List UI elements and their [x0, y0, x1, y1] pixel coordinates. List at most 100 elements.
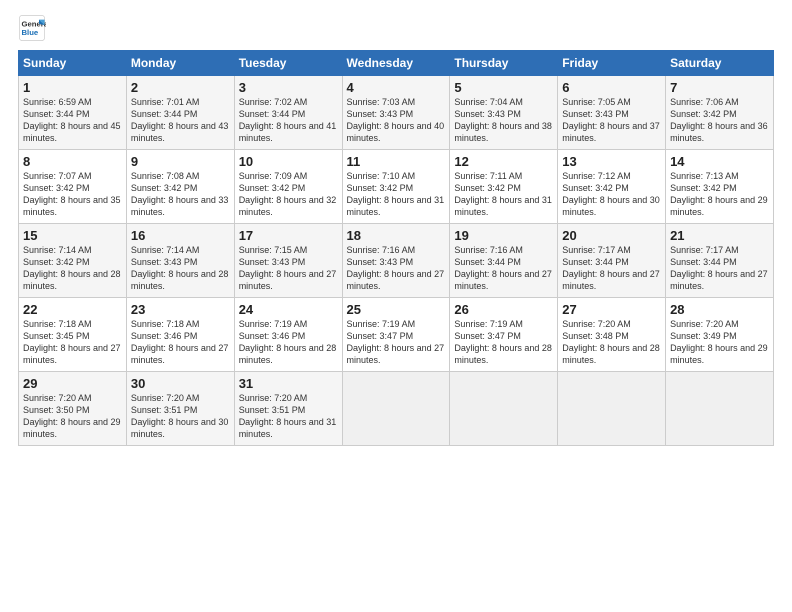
cell-info: Sunrise: 7:20 AMSunset: 3:50 PMDaylight:…: [23, 392, 122, 441]
weekday-header: Monday: [126, 51, 234, 76]
weekday-header: Thursday: [450, 51, 558, 76]
calendar-cell: 5Sunrise: 7:04 AMSunset: 3:43 PMDaylight…: [450, 76, 558, 150]
weekday-header: Sunday: [19, 51, 127, 76]
cell-info: Sunrise: 7:16 AMSunset: 3:44 PMDaylight:…: [454, 244, 553, 293]
cell-info: Sunrise: 7:20 AMSunset: 3:49 PMDaylight:…: [670, 318, 769, 367]
cell-info: Sunrise: 7:14 AMSunset: 3:43 PMDaylight:…: [131, 244, 230, 293]
calendar-cell: 22Sunrise: 7:18 AMSunset: 3:45 PMDayligh…: [19, 298, 127, 372]
day-number: 5: [454, 80, 553, 95]
calendar-cell: 13Sunrise: 7:12 AMSunset: 3:42 PMDayligh…: [558, 150, 666, 224]
cell-info: Sunrise: 7:17 AMSunset: 3:44 PMDaylight:…: [562, 244, 661, 293]
day-number: 13: [562, 154, 661, 169]
cell-info: Sunrise: 7:19 AMSunset: 3:46 PMDaylight:…: [239, 318, 338, 367]
calendar-cell: 6Sunrise: 7:05 AMSunset: 3:43 PMDaylight…: [558, 76, 666, 150]
weekday-header: Friday: [558, 51, 666, 76]
cell-info: Sunrise: 7:06 AMSunset: 3:42 PMDaylight:…: [670, 96, 769, 145]
calendar-cell: 15Sunrise: 7:14 AMSunset: 3:42 PMDayligh…: [19, 224, 127, 298]
cell-info: Sunrise: 7:04 AMSunset: 3:43 PMDaylight:…: [454, 96, 553, 145]
day-number: 24: [239, 302, 338, 317]
calendar-cell: 8Sunrise: 7:07 AMSunset: 3:42 PMDaylight…: [19, 150, 127, 224]
calendar-cell: 9Sunrise: 7:08 AMSunset: 3:42 PMDaylight…: [126, 150, 234, 224]
weekday-header: Saturday: [666, 51, 774, 76]
weekday-header: Wednesday: [342, 51, 450, 76]
day-number: 18: [347, 228, 446, 243]
calendar-cell: [558, 372, 666, 446]
cell-info: Sunrise: 7:16 AMSunset: 3:43 PMDaylight:…: [347, 244, 446, 293]
calendar-cell: 29Sunrise: 7:20 AMSunset: 3:50 PMDayligh…: [19, 372, 127, 446]
day-number: 28: [670, 302, 769, 317]
day-number: 31: [239, 376, 338, 391]
calendar-cell: 25Sunrise: 7:19 AMSunset: 3:47 PMDayligh…: [342, 298, 450, 372]
day-number: 26: [454, 302, 553, 317]
calendar-cell: 27Sunrise: 7:20 AMSunset: 3:48 PMDayligh…: [558, 298, 666, 372]
calendar-cell: 11Sunrise: 7:10 AMSunset: 3:42 PMDayligh…: [342, 150, 450, 224]
cell-info: Sunrise: 7:11 AMSunset: 3:42 PMDaylight:…: [454, 170, 553, 219]
day-number: 6: [562, 80, 661, 95]
day-number: 14: [670, 154, 769, 169]
day-number: 3: [239, 80, 338, 95]
cell-info: Sunrise: 7:17 AMSunset: 3:44 PMDaylight:…: [670, 244, 769, 293]
calendar-cell: 19Sunrise: 7:16 AMSunset: 3:44 PMDayligh…: [450, 224, 558, 298]
cell-info: Sunrise: 7:19 AMSunset: 3:47 PMDaylight:…: [454, 318, 553, 367]
cell-info: Sunrise: 7:20 AMSunset: 3:48 PMDaylight:…: [562, 318, 661, 367]
cell-info: Sunrise: 7:20 AMSunset: 3:51 PMDaylight:…: [131, 392, 230, 441]
cell-info: Sunrise: 7:13 AMSunset: 3:42 PMDaylight:…: [670, 170, 769, 219]
calendar-cell: 21Sunrise: 7:17 AMSunset: 3:44 PMDayligh…: [666, 224, 774, 298]
day-number: 8: [23, 154, 122, 169]
calendar-cell: 18Sunrise: 7:16 AMSunset: 3:43 PMDayligh…: [342, 224, 450, 298]
cell-info: Sunrise: 7:03 AMSunset: 3:43 PMDaylight:…: [347, 96, 446, 145]
calendar-cell: 30Sunrise: 7:20 AMSunset: 3:51 PMDayligh…: [126, 372, 234, 446]
logo: General Blue: [18, 14, 48, 42]
calendar-cell: [666, 372, 774, 446]
cell-info: Sunrise: 7:08 AMSunset: 3:42 PMDaylight:…: [131, 170, 230, 219]
day-number: 10: [239, 154, 338, 169]
cell-info: Sunrise: 7:18 AMSunset: 3:45 PMDaylight:…: [23, 318, 122, 367]
calendar-cell: 23Sunrise: 7:18 AMSunset: 3:46 PMDayligh…: [126, 298, 234, 372]
day-number: 2: [131, 80, 230, 95]
calendar-cell: [342, 372, 450, 446]
cell-info: Sunrise: 7:07 AMSunset: 3:42 PMDaylight:…: [23, 170, 122, 219]
calendar-cell: 24Sunrise: 7:19 AMSunset: 3:46 PMDayligh…: [234, 298, 342, 372]
day-number: 30: [131, 376, 230, 391]
day-number: 4: [347, 80, 446, 95]
day-number: 23: [131, 302, 230, 317]
day-number: 11: [347, 154, 446, 169]
day-number: 16: [131, 228, 230, 243]
calendar-cell: 31Sunrise: 7:20 AMSunset: 3:51 PMDayligh…: [234, 372, 342, 446]
cell-info: Sunrise: 7:12 AMSunset: 3:42 PMDaylight:…: [562, 170, 661, 219]
day-number: 19: [454, 228, 553, 243]
day-number: 9: [131, 154, 230, 169]
day-number: 15: [23, 228, 122, 243]
cell-info: Sunrise: 7:09 AMSunset: 3:42 PMDaylight:…: [239, 170, 338, 219]
cell-info: Sunrise: 7:15 AMSunset: 3:43 PMDaylight:…: [239, 244, 338, 293]
day-number: 20: [562, 228, 661, 243]
calendar-cell: 10Sunrise: 7:09 AMSunset: 3:42 PMDayligh…: [234, 150, 342, 224]
cell-info: Sunrise: 7:10 AMSunset: 3:42 PMDaylight:…: [347, 170, 446, 219]
day-number: 7: [670, 80, 769, 95]
logo-icon: General Blue: [18, 14, 46, 42]
cell-info: Sunrise: 7:14 AMSunset: 3:42 PMDaylight:…: [23, 244, 122, 293]
calendar-cell: 4Sunrise: 7:03 AMSunset: 3:43 PMDaylight…: [342, 76, 450, 150]
cell-info: Sunrise: 7:05 AMSunset: 3:43 PMDaylight:…: [562, 96, 661, 145]
cell-info: Sunrise: 7:01 AMSunset: 3:44 PMDaylight:…: [131, 96, 230, 145]
calendar-cell: 14Sunrise: 7:13 AMSunset: 3:42 PMDayligh…: [666, 150, 774, 224]
day-number: 12: [454, 154, 553, 169]
calendar-cell: 12Sunrise: 7:11 AMSunset: 3:42 PMDayligh…: [450, 150, 558, 224]
day-number: 29: [23, 376, 122, 391]
cell-info: Sunrise: 7:20 AMSunset: 3:51 PMDaylight:…: [239, 392, 338, 441]
calendar-cell: 2Sunrise: 7:01 AMSunset: 3:44 PMDaylight…: [126, 76, 234, 150]
calendar-table: SundayMondayTuesdayWednesdayThursdayFrid…: [18, 50, 774, 446]
day-number: 17: [239, 228, 338, 243]
calendar-cell: 26Sunrise: 7:19 AMSunset: 3:47 PMDayligh…: [450, 298, 558, 372]
calendar-cell: [450, 372, 558, 446]
day-number: 27: [562, 302, 661, 317]
cell-info: Sunrise: 7:18 AMSunset: 3:46 PMDaylight:…: [131, 318, 230, 367]
day-number: 25: [347, 302, 446, 317]
cell-info: Sunrise: 7:19 AMSunset: 3:47 PMDaylight:…: [347, 318, 446, 367]
calendar-cell: 7Sunrise: 7:06 AMSunset: 3:42 PMDaylight…: [666, 76, 774, 150]
day-number: 22: [23, 302, 122, 317]
calendar-cell: 16Sunrise: 7:14 AMSunset: 3:43 PMDayligh…: [126, 224, 234, 298]
weekday-header: Tuesday: [234, 51, 342, 76]
page: General Blue SundayMondayTuesdayWednesda…: [0, 0, 792, 456]
calendar-cell: 28Sunrise: 7:20 AMSunset: 3:49 PMDayligh…: [666, 298, 774, 372]
